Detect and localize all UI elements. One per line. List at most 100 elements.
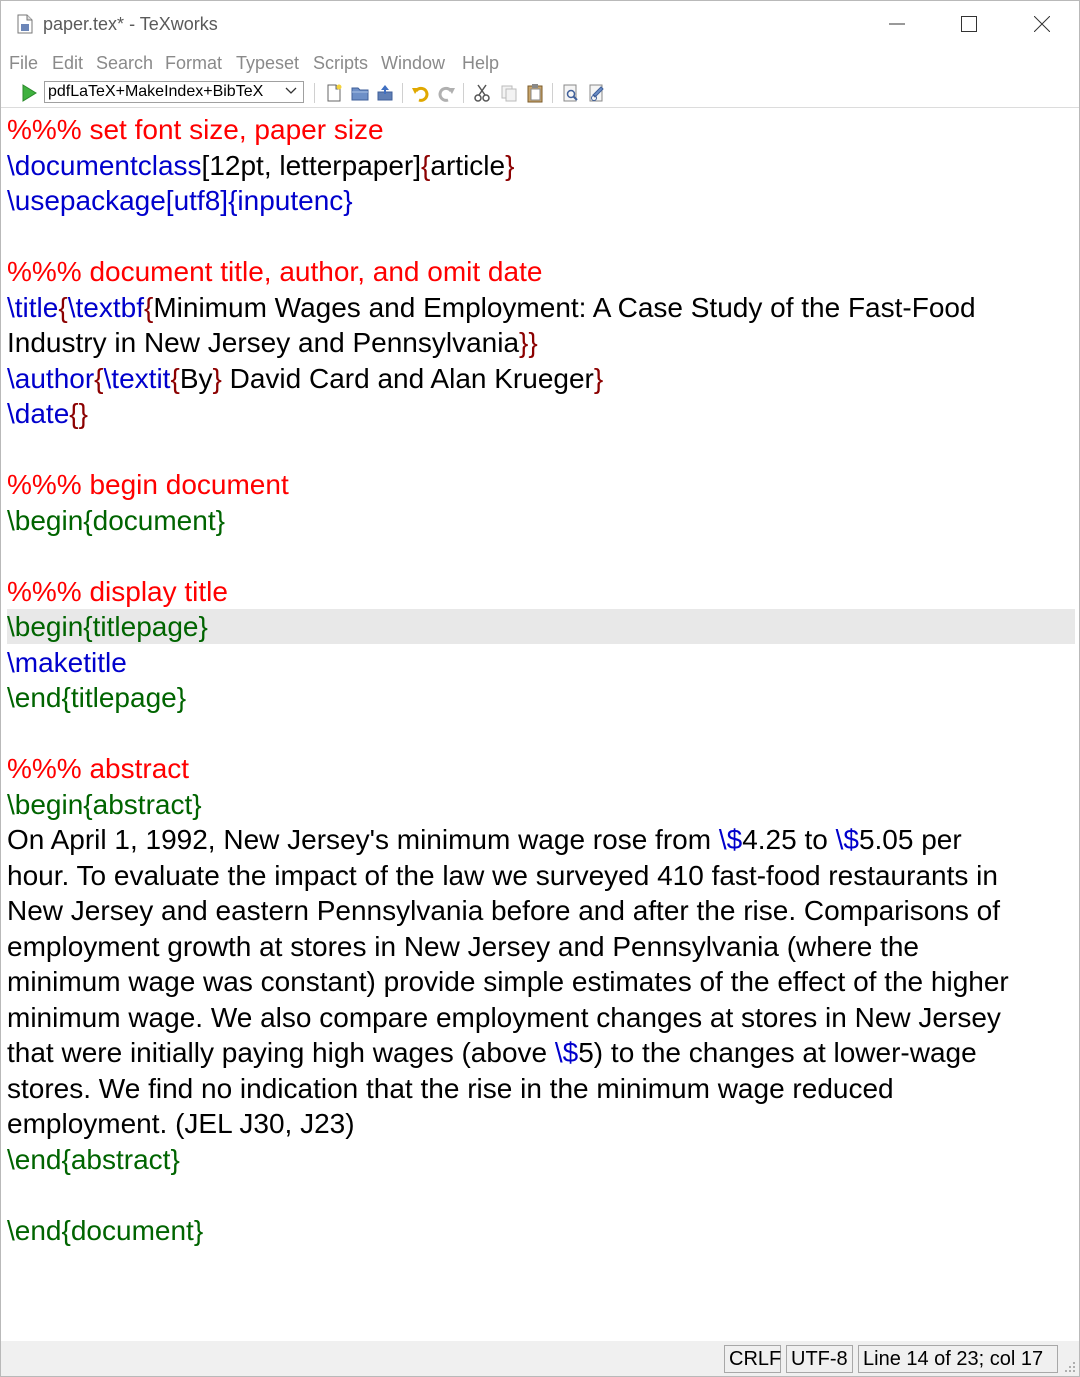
encoding-indicator[interactable]: UTF-8 (786, 1345, 853, 1373)
code-token: employment. (JEL J30, J23) (7, 1108, 355, 1139)
code-token: \end{abstract} (7, 1143, 180, 1175)
code-line[interactable]: employment growth at stores in New Jerse… (7, 929, 919, 964)
cut-icon[interactable] (472, 83, 492, 103)
code-token: { (170, 362, 180, 394)
toolbar-separator (463, 83, 464, 103)
code-line[interactable]: \author{\textit{By} David Card and Alan … (7, 361, 603, 396)
menu-edit[interactable]: Edit (52, 53, 83, 74)
code-line[interactable]: \begin{titlepage} (7, 609, 208, 644)
menu-window[interactable]: Window (381, 53, 445, 74)
close-icon (1034, 16, 1050, 32)
find-icon[interactable] (561, 83, 581, 103)
menu-typeset[interactable]: Typeset (236, 53, 299, 74)
toolbar-separator (314, 83, 315, 103)
paste-icon[interactable] (525, 83, 545, 103)
cursor-position: Line 14 of 23; col 17 (858, 1345, 1058, 1373)
typeset-engine-select[interactable]: pdfLaTeX+MakeIndex+BibTeX (44, 81, 304, 103)
code-line[interactable]: Industry in New Jersey and Pennsylvania}… (7, 325, 538, 360)
code-token: %%% document title, author, and omit dat… (7, 256, 543, 287)
minimize-icon (889, 23, 905, 25)
menu-help[interactable]: Help (462, 53, 499, 74)
code-token: 5.05 per (858, 824, 962, 855)
toolbar-divider (1, 107, 1079, 108)
code-line[interactable]: \end{document} (7, 1213, 203, 1248)
code-editor[interactable]: %%% set font size, paper size \documentcl… (1, 109, 1079, 1341)
minimize-button[interactable] (862, 1, 932, 47)
code-line[interactable]: %%% begin document (7, 467, 289, 502)
code-token: \textit (103, 362, 171, 394)
code-token: \$ (835, 824, 859, 855)
code-token: { (143, 291, 154, 323)
code-token: \textbf (67, 291, 144, 323)
resize-grip-icon[interactable] (1064, 1361, 1076, 1373)
code-token: } (593, 362, 604, 394)
open-folder-icon[interactable] (350, 83, 370, 103)
replace-icon[interactable] (587, 83, 607, 103)
code-line[interactable]: %%% abstract (7, 751, 189, 786)
code-line[interactable]: hour. To evaluate the impact of the law … (7, 858, 998, 893)
code-token: \begin{titlepage} (7, 611, 208, 642)
code-token: By (179, 362, 213, 394)
code-token: \end{titlepage} (7, 682, 187, 713)
code-line[interactable]: New Jersey and eastern Pennsylvania befo… (7, 893, 1000, 928)
code-token: \maketitle (7, 646, 127, 678)
undo-icon[interactable] (410, 83, 430, 103)
code-line[interactable]: minimum wage was constant) provide simpl… (7, 964, 1009, 999)
code-line[interactable]: \end{abstract} (7, 1142, 180, 1177)
code-token: %%% abstract (7, 753, 190, 784)
window-title: paper.tex* - TeXworks (43, 14, 218, 34)
code-line[interactable]: \end{titlepage} (7, 680, 186, 715)
play-icon[interactable] (19, 83, 39, 103)
code-line[interactable]: \date{} (7, 396, 88, 431)
toolbar-separator (552, 83, 553, 103)
menu-scripts[interactable]: Scripts (313, 53, 368, 74)
title-bar[interactable]: paper.tex* - TeXworks (1, 1, 1079, 47)
close-button[interactable] (1007, 1, 1077, 47)
code-token: [12pt, letterpaper] (201, 149, 422, 181)
code-line[interactable]: \begin{abstract} (7, 787, 202, 822)
document-icon (17, 14, 33, 34)
code-line[interactable]: stores. We find no indication that the r… (7, 1071, 894, 1106)
menu-file[interactable]: File (9, 53, 38, 74)
code-line[interactable]: \maketitle (7, 645, 127, 680)
code-token: \begin{abstract} (7, 788, 202, 820)
code-token: { (421, 149, 431, 181)
code-line[interactable]: that were initially paying high wages (a… (7, 1035, 977, 1070)
code-token: hour. To evaluate the impact of the law … (7, 859, 998, 891)
code-token: \date (7, 398, 70, 429)
code-line[interactable]: On April 1, 1992, New Jersey's minimum w… (7, 822, 962, 857)
status-bar: CRLF UTF-8 Line 14 of 23; col 17 (1, 1341, 1079, 1376)
code-token: \documentclass (7, 149, 202, 181)
code-line[interactable]: \usepackage[utf8]{inputenc} (7, 183, 353, 218)
code-token: minimum wage. We also compare employment… (7, 1001, 1001, 1033)
code-line[interactable]: minimum wage. We also compare employment… (7, 1000, 1001, 1035)
code-line[interactable]: %%% set font size, paper size (7, 112, 384, 147)
code-token: employment growth at stores in New Jerse… (7, 930, 919, 962)
new-file-icon[interactable] (324, 83, 344, 103)
copy-icon[interactable] (499, 83, 519, 103)
code-token: %%% begin document (7, 469, 289, 500)
code-line[interactable]: %%% display title (7, 574, 228, 609)
code-token: {} (69, 398, 88, 429)
code-token: On April 1, 1992, New Jersey's minimum w… (7, 824, 719, 855)
code-line[interactable]: \documentclass[12pt, letterpaper]{articl… (7, 148, 514, 183)
line-ending-indicator[interactable]: CRLF (724, 1345, 781, 1373)
code-token: \end{document} (7, 1214, 204, 1246)
code-token: Minimum Wages and Employment: A Case Stu… (153, 291, 976, 323)
save-icon[interactable] (375, 83, 395, 103)
maximize-button[interactable] (934, 1, 1004, 47)
code-token: [utf8] (165, 185, 229, 216)
redo-icon[interactable] (437, 83, 457, 103)
code-line[interactable]: %%% document title, author, and omit dat… (7, 254, 542, 289)
code-token: { (58, 291, 68, 323)
code-token: New Jersey and eastern Pennsylvania befo… (7, 895, 1000, 926)
code-line[interactable]: employment. (JEL J30, J23) (7, 1106, 355, 1141)
code-token: %%% set font size, paper size (7, 114, 384, 145)
code-line[interactable]: \begin{document} (7, 503, 225, 538)
code-line[interactable]: \title{\textbf{Minimum Wages and Employm… (7, 290, 976, 325)
code-token: \title (7, 291, 59, 323)
menu-search[interactable]: Search (96, 53, 153, 74)
menu-format[interactable]: Format (165, 53, 222, 74)
code-token: 4.25 to (742, 824, 836, 855)
code-token: Industry in New Jersey and Pennsylvania (7, 327, 520, 358)
